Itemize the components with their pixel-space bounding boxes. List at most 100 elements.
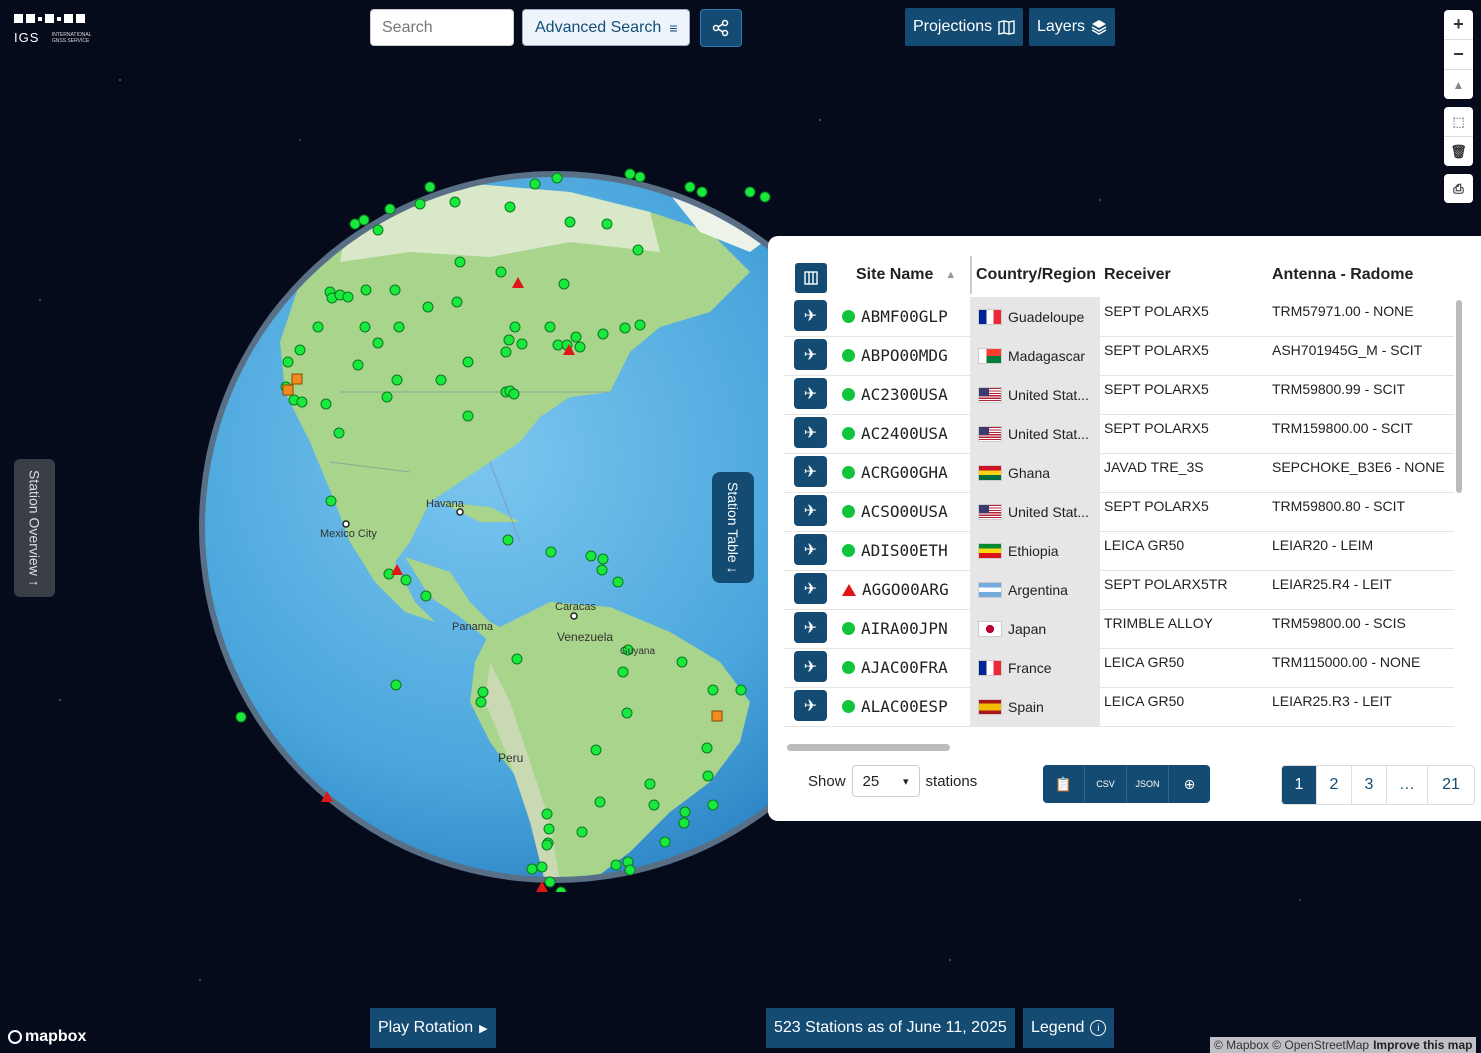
plane-icon[interactable]: ✈ [794,573,827,604]
table-row[interactable]: ✈ ADIS00ETH Ethiopia LEICA GR50 LEIAR20 - LE… [784,531,1454,571]
plane-icon[interactable]: ✈ [794,651,827,682]
station-marker[interactable] [644,778,656,790]
station-marker[interactable] [564,216,576,228]
globe-icon[interactable]: ⊕ [1169,765,1210,803]
table-row[interactable]: ✈ ABPO00MDG Madagascar SEPT POLARX5 ASH70194… [784,336,1454,376]
plane-icon[interactable]: ✈ [794,339,827,370]
station-marker[interactable] [451,296,463,308]
station-marker[interactable] [360,284,372,296]
station-marker[interactable] [585,550,597,562]
station-marker[interactable] [503,334,515,346]
station-marker[interactable] [543,823,555,835]
station-marker[interactable] [508,388,520,400]
search-input[interactable]: Search [370,9,514,46]
share-button[interactable] [700,9,742,47]
station-marker[interactable] [384,203,396,215]
clipboard-icon[interactable]: 📋 [1043,765,1085,803]
plane-icon[interactable]: ✈ [794,300,827,331]
station-marker[interactable] [676,656,688,668]
site-name-cell[interactable]: ACSO00USA [842,492,948,531]
csv-icon[interactable]: CSV [1085,765,1127,803]
station-marker[interactable] [551,172,563,184]
compass-button[interactable]: ▲ [1444,70,1473,99]
plane-icon[interactable]: ✈ [794,378,827,409]
station-marker[interactable] [702,770,714,782]
plane-icon[interactable]: ✈ [794,612,827,643]
station-marker[interactable] [391,374,403,386]
station-marker[interactable] [462,356,474,368]
print-button[interactable]: ⎙ [1444,174,1473,203]
plane-icon[interactable]: ✈ [794,534,827,565]
page-3[interactable]: 3 [1352,766,1387,804]
station-marker[interactable] [342,291,354,303]
station-marker[interactable] [372,337,384,349]
table-row[interactable]: ✈ AIRA00JPN Japan TRIMBLE ALLOY TRM59800.00 … [784,609,1454,649]
layers-button[interactable]: Layers [1029,8,1116,46]
station-marker[interactable] [420,590,432,602]
advanced-search-button[interactable]: Advanced Search ≡ [522,9,691,46]
plane-icon[interactable]: ✈ [794,417,827,448]
station-overview-tab[interactable]: Station Overview ↑ [14,459,55,597]
station-marker[interactable] [529,178,541,190]
station-marker[interactable] [596,564,608,576]
station-marker[interactable] [594,796,606,808]
station-marker[interactable] [544,321,556,333]
station-alt-marker[interactable] [711,710,723,722]
mapbox-logo[interactable]: mapbox [8,1028,86,1046]
trash-button[interactable]: 🗑 [1444,137,1473,166]
station-marker[interactable] [570,331,582,343]
site-name-cell[interactable]: AJAC00FRA [842,648,948,687]
play-rotation-button[interactable]: Play Rotation ▶ [370,1008,496,1048]
station-marker[interactable] [282,356,294,368]
plane-icon[interactable]: ✈ [794,456,827,487]
station-marker[interactable] [296,396,308,408]
station-marker[interactable] [312,321,324,333]
station-marker[interactable] [634,319,646,331]
station-marker[interactable] [349,218,361,230]
improve-map-link[interactable]: Improve this map [1373,1038,1472,1052]
station-marker[interactable] [320,398,332,410]
station-marker[interactable] [381,391,393,403]
station-marker[interactable] [684,181,696,193]
station-marker[interactable] [333,427,345,439]
vertical-scrollbar[interactable] [1456,300,1462,493]
station-marker[interactable] [576,826,588,838]
station-marker[interactable] [390,679,402,691]
station-marker[interactable] [516,338,528,350]
page-1[interactable]: 1 [1282,766,1317,804]
json-icon[interactable]: JSON [1127,765,1169,803]
station-marker[interactable] [744,186,756,198]
col-antenna[interactable]: Antenna - Radome [1272,256,1413,294]
site-name-cell[interactable]: AC2300USA [842,375,948,414]
plane-icon[interactable]: ✈ [794,495,827,526]
station-marker[interactable] [696,186,708,198]
draw-polygon-button[interactable]: ⬚ [1444,107,1473,137]
station-marker[interactable] [601,218,613,230]
station-marker[interactable] [509,321,521,333]
station-marker[interactable] [590,744,602,756]
station-marker[interactable] [389,284,401,296]
site-name-cell[interactable]: AIRA00JPN [842,609,948,648]
station-marker[interactable] [617,666,629,678]
station-marker[interactable] [526,863,538,875]
station-marker[interactable] [424,181,436,193]
station-marker[interactable] [759,191,771,203]
station-marker[interactable] [541,808,553,820]
table-row[interactable]: ✈ ACRG00GHA Ghana JAVAD TRE_3S SEPCHOKE_B3E6… [784,453,1454,493]
station-marker[interactable] [558,278,570,290]
station-marker[interactable] [352,359,364,371]
station-marker[interactable] [536,861,548,873]
station-marker[interactable] [634,171,646,183]
page-size-select[interactable]: 25 ▾ [851,765,920,797]
site-name-cell[interactable]: AGGO00ARG [842,570,949,609]
table-row[interactable]: ✈ ACSO00USA United Stat... SEPT POLARX5 TRM5… [784,492,1454,532]
table-row[interactable]: ✈ AC2400USA United Stat... SEPT POLARX5 TRM1… [784,414,1454,454]
station-marker[interactable] [621,707,633,719]
horizontal-scrollbar[interactable] [787,744,950,751]
station-marker[interactable] [359,321,371,333]
station-marker[interactable] [502,534,514,546]
station-marker[interactable] [597,328,609,340]
legend-button[interactable]: Legend i [1023,1008,1115,1048]
station-marker[interactable] [235,711,247,723]
station-marker[interactable] [294,344,306,356]
